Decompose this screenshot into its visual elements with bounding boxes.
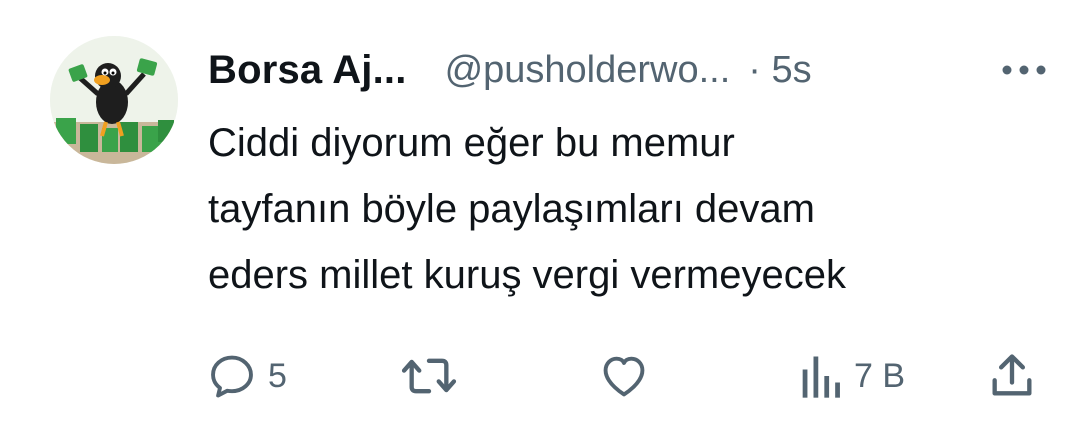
views-count: 7 B	[854, 356, 906, 395]
tweet-header: Borsa Aj... @pusholderwo... · 5s	[208, 40, 1058, 100]
reply-button[interactable]: 5	[206, 344, 287, 408]
tweet-actions: 5 7 B	[0, 344, 1080, 408]
avatar[interactable]	[50, 36, 178, 164]
views-chart-icon	[802, 356, 840, 398]
retweet-icon	[401, 358, 457, 394]
tweet-timestamp[interactable]: · 5s	[748, 49, 811, 92]
tweet-card[interactable]: Borsa Aj... @pusholderwo... · 5s Ciddi d…	[0, 0, 1080, 443]
reply-count: 5	[268, 356, 287, 395]
author-display-name[interactable]: Borsa Aj...	[208, 48, 407, 93]
share-button[interactable]	[986, 344, 1038, 408]
like-button[interactable]	[596, 344, 662, 408]
more-dots-icon	[1002, 65, 1046, 75]
more-options-button[interactable]	[994, 48, 1054, 92]
tweet-text: Ciddi diyorum eğer bu memur tayfanın böy…	[208, 121, 846, 297]
views-button[interactable]: 7 B	[796, 344, 905, 408]
duck-avatar-icon	[50, 36, 178, 164]
retweet-button[interactable]	[398, 344, 470, 408]
reply-icon	[211, 355, 253, 398]
share-icon	[992, 354, 1032, 396]
heart-icon	[603, 356, 645, 397]
author-handle[interactable]: @pusholderwo...	[445, 49, 731, 92]
